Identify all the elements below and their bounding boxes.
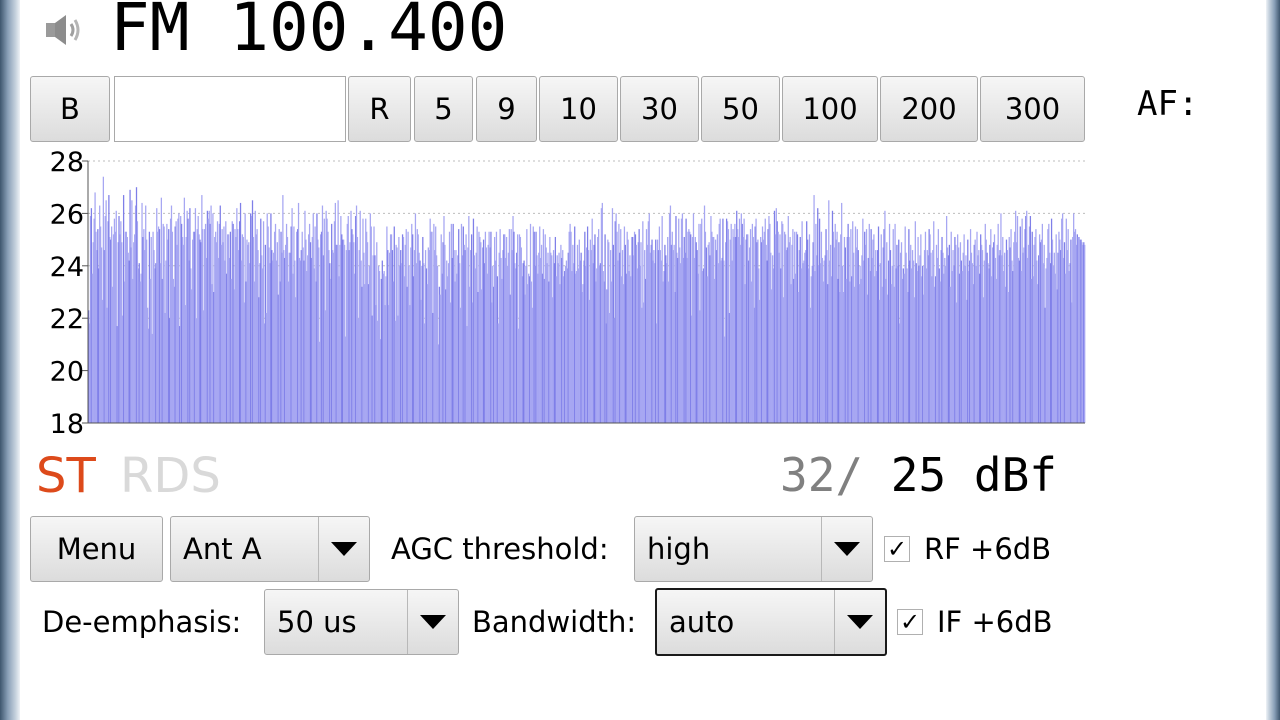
bandwidth-value: auto xyxy=(669,605,735,639)
signal-peak: 32/ xyxy=(780,448,864,502)
deemphasis-select[interactable]: 50 us xyxy=(264,589,459,655)
desktop-background-left xyxy=(0,0,20,720)
agc-threshold-label: AGC threshold: xyxy=(391,532,609,566)
signal-readout: 32/ 25 dBf xyxy=(780,452,1057,498)
antenna-select-value: Ant A xyxy=(183,532,262,566)
chevron-down-icon[interactable] xyxy=(821,517,872,581)
frequency-input[interactable] xyxy=(114,76,346,142)
y-tick-label: 18 xyxy=(50,409,84,435)
if-6db-checkbox[interactable]: ✓ xyxy=(897,609,923,635)
checkmark-icon: ✓ xyxy=(886,535,908,563)
bandwidth-select[interactable]: auto xyxy=(655,588,887,656)
checkmark-icon: ✓ xyxy=(899,608,921,636)
chevron-down-icon[interactable] xyxy=(318,517,369,581)
tuner-window: FM 100.400 B R 5 9 10 30 50 100 200 300 … xyxy=(20,0,1266,720)
step-button-100[interactable]: 100 xyxy=(782,76,878,142)
step-button-300[interactable]: 300 xyxy=(980,76,1085,142)
rf-6db-checkbox[interactable]: ✓ xyxy=(884,536,910,562)
y-tick-label: 24 xyxy=(50,252,84,283)
rds-indicator: RDS xyxy=(120,448,221,504)
signal-bar xyxy=(1084,244,1086,423)
step-button-200[interactable]: 200 xyxy=(880,76,978,142)
step-button-50[interactable]: 50 xyxy=(701,76,780,142)
af-label: AF: xyxy=(1137,84,1199,124)
deemphasis-value: 50 us xyxy=(277,605,357,639)
signal-strength-graph: 18 20 22 24 26 28 xyxy=(50,147,1086,435)
step-button-10[interactable]: 10 xyxy=(539,76,618,142)
step-button-5[interactable]: 5 xyxy=(414,76,473,142)
deemphasis-label: De-emphasis: xyxy=(42,605,242,639)
chevron-down-icon[interactable] xyxy=(834,590,885,654)
y-tick-label: 28 xyxy=(50,147,84,178)
agc-threshold-select[interactable]: high xyxy=(634,516,873,582)
desktop-background-right xyxy=(1266,0,1280,720)
frequency-display: FM 100.400 xyxy=(110,0,508,66)
reset-button[interactable]: R xyxy=(348,76,411,142)
agc-threshold-value: high xyxy=(647,532,711,566)
if-6db-label[interactable]: IF +6dB xyxy=(937,605,1053,639)
rf-6db-label[interactable]: RF +6dB xyxy=(924,532,1051,566)
step-button-9[interactable]: 9 xyxy=(476,76,537,142)
y-tick-label: 22 xyxy=(50,304,84,335)
step-button-30[interactable]: 30 xyxy=(620,76,699,142)
y-tick-label: 20 xyxy=(50,357,84,388)
chevron-down-icon[interactable] xyxy=(407,590,458,654)
stereo-indicator: ST xyxy=(36,448,96,504)
menu-button[interactable]: Menu xyxy=(30,516,163,582)
signal-current: 25 dBf xyxy=(890,448,1057,502)
speaker-icon[interactable] xyxy=(42,10,86,50)
bands-button[interactable]: B xyxy=(30,76,110,142)
y-tick-label: 26 xyxy=(50,199,84,230)
bandwidth-label: Bandwidth: xyxy=(472,605,637,639)
antenna-select[interactable]: Ant A xyxy=(170,516,370,582)
